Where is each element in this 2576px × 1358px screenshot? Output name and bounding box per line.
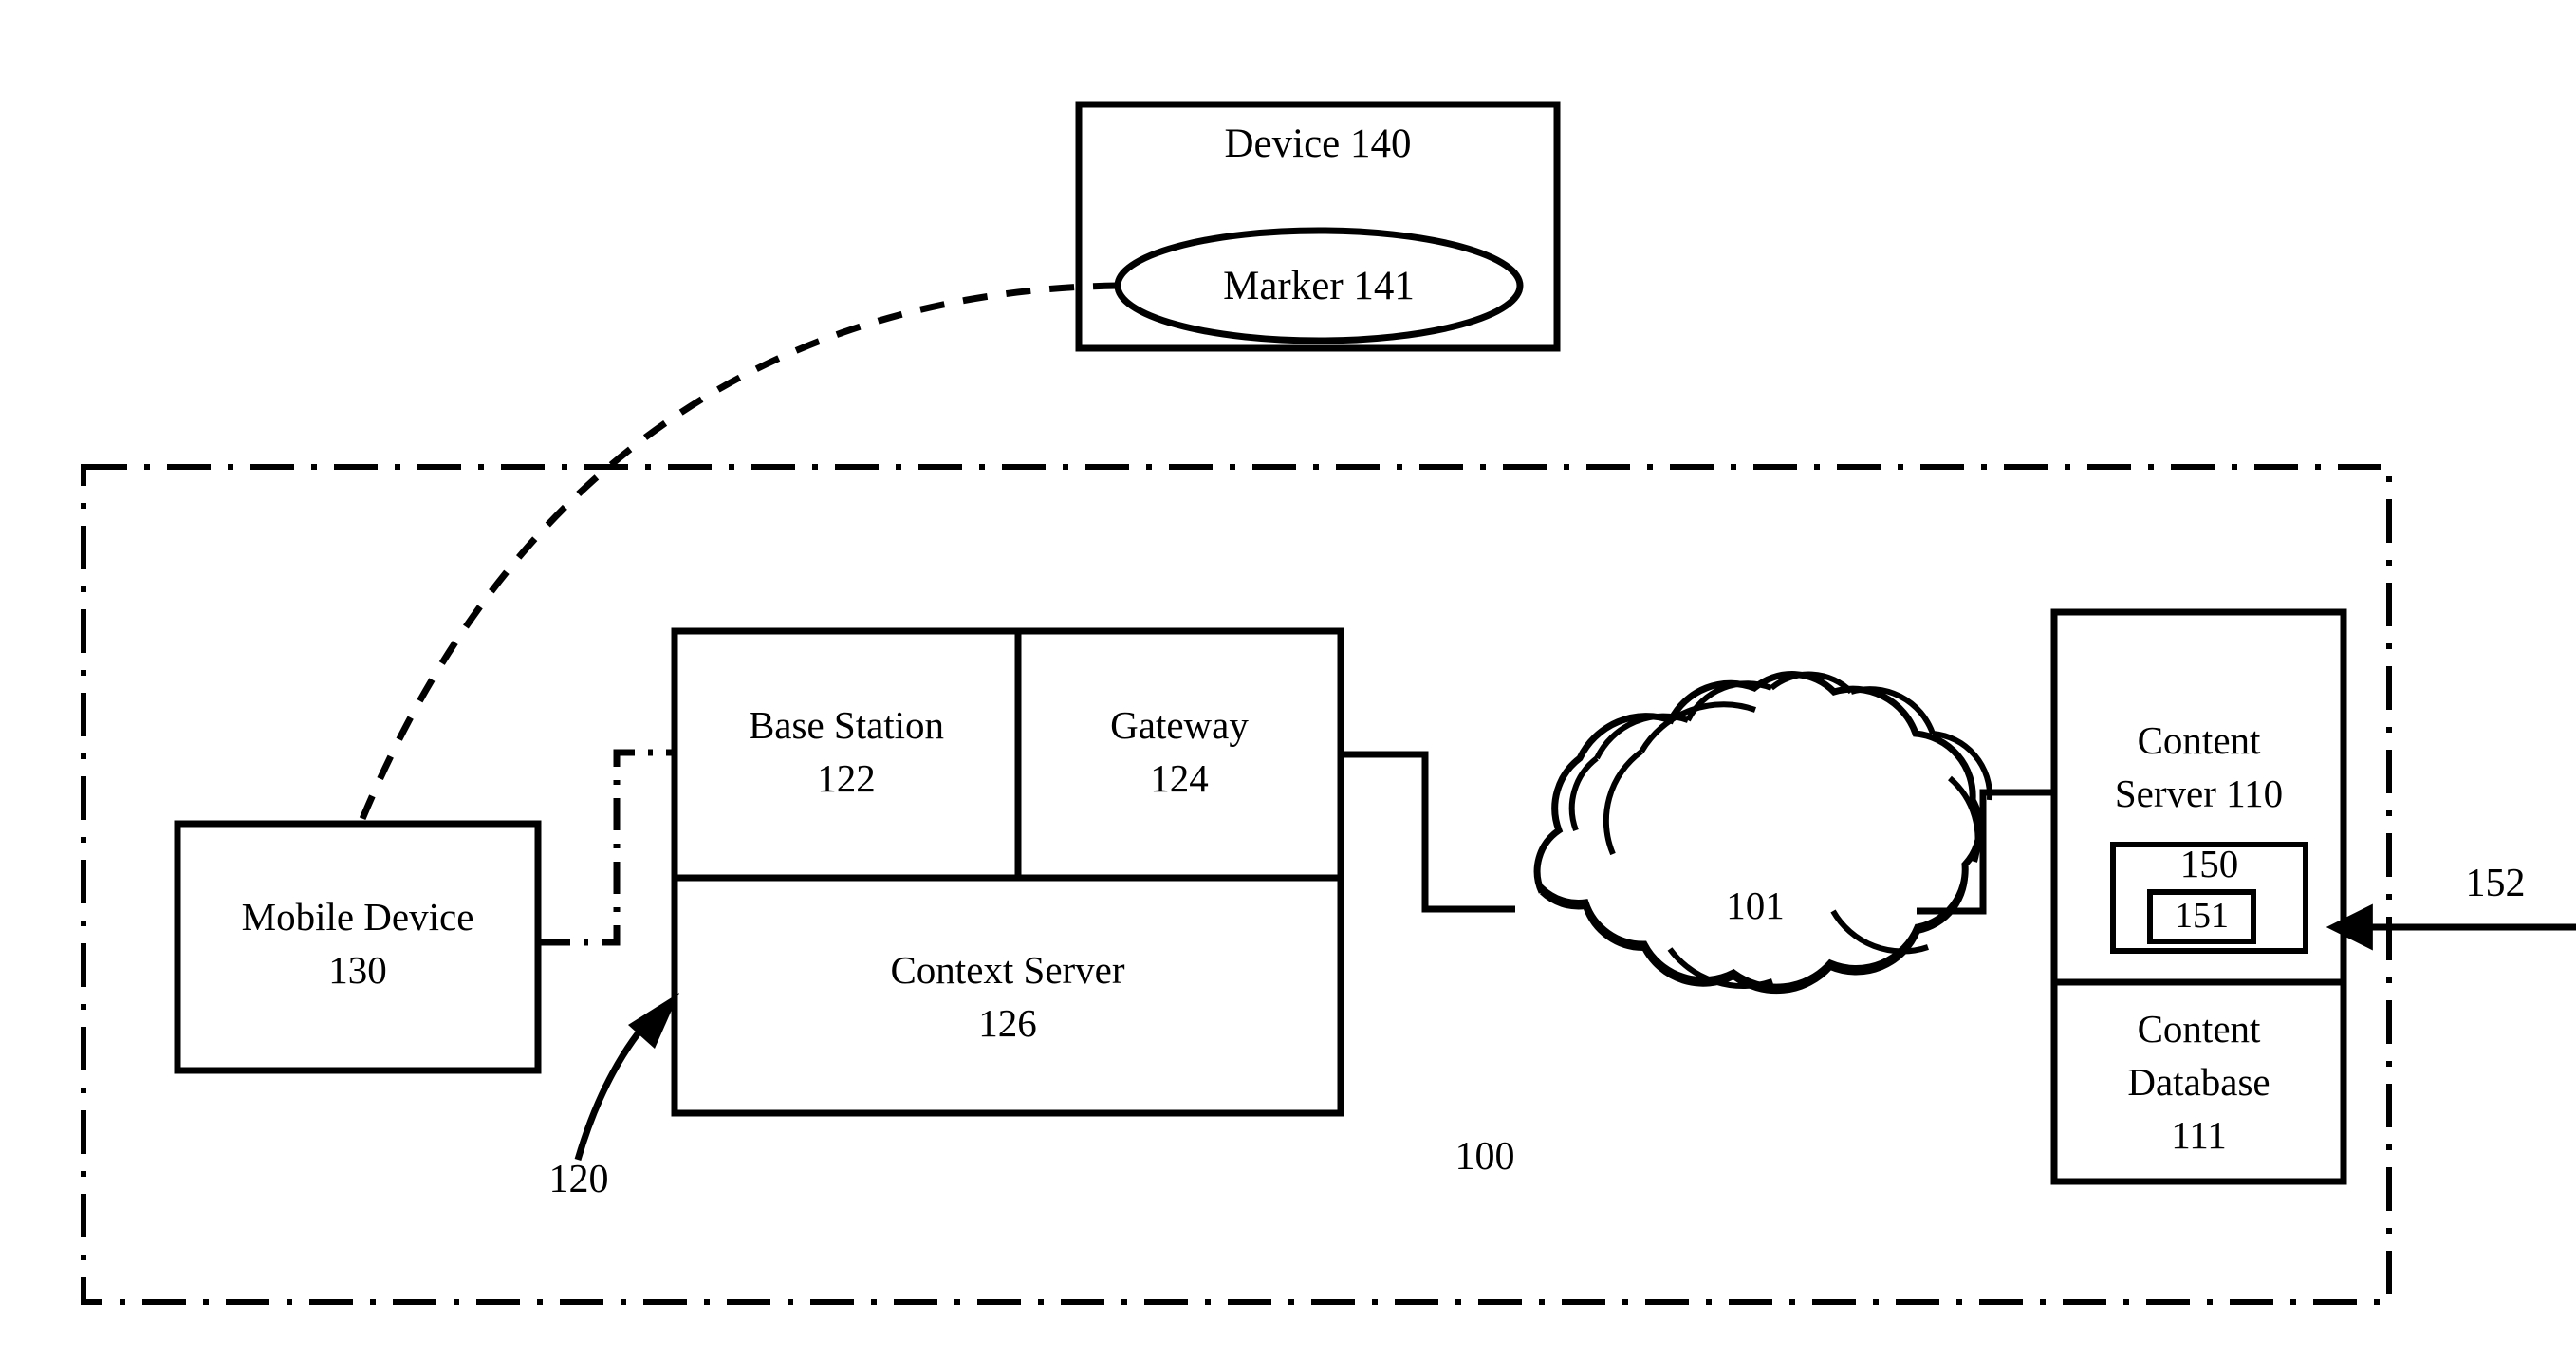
content-database-ref: 111: [2171, 1113, 2227, 1157]
cloud-ref: 101: [1726, 884, 1785, 927]
gateway-ref: 124: [1150, 756, 1209, 800]
system-ref: 100: [1455, 1135, 1515, 1179]
context-server-ref: 126: [978, 1001, 1037, 1045]
content-server-ref: Server 110: [2114, 772, 2284, 815]
patent-figure: Device 140 Marker 141 Mobile Device 130 …: [0, 0, 2576, 1358]
mobile-device-ref: 130: [328, 948, 387, 992]
mobile-device-label: Mobile Device: [241, 895, 474, 939]
module-151-ref: 151: [2175, 896, 2229, 936]
content-server-label: Content: [2137, 718, 2261, 762]
access-network-ref: 120: [548, 1158, 609, 1201]
base-station-ref: 122: [817, 756, 876, 800]
base-station-label: Base Station: [748, 703, 945, 747]
module-150-ref: 150: [2179, 842, 2239, 885]
mobile-device-box: [174, 820, 542, 1074]
gateway-label: Gateway: [1110, 703, 1249, 747]
input-arrow-ref: 152: [2465, 862, 2526, 905]
gateway-to-cloud-line: [1341, 751, 1515, 913]
mobile-to-network-link: [538, 749, 675, 946]
device-140-label: Device 140: [1224, 121, 1412, 166]
content-database-label-2: Database: [2127, 1060, 2270, 1104]
content-database-label-1: Content: [2137, 1007, 2261, 1051]
network-cloud: [1533, 671, 1993, 995]
marker-141-label: Marker 141: [1223, 264, 1415, 308]
context-server-label: Context Server: [890, 948, 1125, 992]
